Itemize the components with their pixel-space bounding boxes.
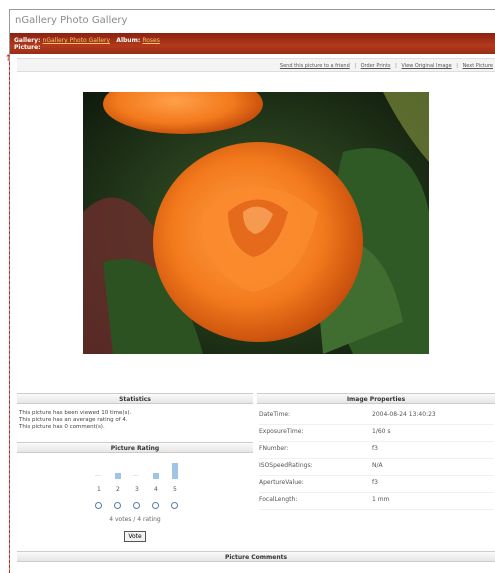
rating-label: 2	[116, 486, 120, 493]
property-key: FNumber:	[259, 445, 289, 452]
rating-label: 1	[97, 486, 101, 493]
rating-radio-1[interactable]	[95, 502, 102, 509]
statistics-text: This picture has been viewed 10 time(s).…	[19, 410, 131, 431]
rating-bar	[172, 463, 178, 479]
breadcrumb-album-label: Album:	[116, 37, 141, 44]
breadcrumb: Gallery: nGallery Photo Gallery Album: R…	[10, 33, 495, 54]
rating-empty-mark: ...	[133, 471, 139, 478]
property-value: 1/60 s	[372, 428, 391, 435]
stat-line-comments: This picture has 0 comment(s).	[19, 424, 105, 430]
property-key: ISOSpeedRatings:	[259, 462, 313, 469]
breadcrumb-gallery-label: Gallery:	[14, 37, 41, 44]
rating-label: 4	[154, 486, 158, 493]
property-key: FocalLength:	[259, 496, 298, 503]
rose-photo[interactable]	[83, 92, 429, 354]
rating-radio-4[interactable]	[152, 502, 159, 509]
toolbar-separator: |	[354, 63, 357, 69]
breadcrumb-picture-label: Picture:	[14, 44, 41, 51]
toolbar-separator: |	[395, 63, 397, 69]
property-row: FNumber: f3	[259, 442, 494, 459]
stat-line-rating: This picture has an average rating of 4.	[19, 417, 128, 423]
toolbar-separator: |	[456, 63, 458, 69]
image-properties-table: DateTime: 2004-08-24 13:40:23 ExposureTim…	[259, 408, 494, 510]
property-key: ExposureTime:	[259, 428, 304, 435]
image-properties-heading: Image Properties	[257, 393, 495, 404]
picture-comments-heading: Picture Comments	[17, 551, 495, 562]
property-row: DateTime: 2004-08-24 13:40:23	[259, 408, 494, 425]
property-value: f3	[372, 479, 378, 486]
page-title: nGallery Photo Gallery	[15, 15, 128, 26]
property-key: ApertureValue:	[259, 479, 304, 486]
stat-line-views: This picture has been viewed 10 time(s).	[19, 410, 132, 416]
picture-toolbar: Send this picture to a friend | Order Pr…	[17, 58, 495, 72]
property-row: ApertureValue: f3	[259, 476, 494, 493]
vote-button[interactable]: Vote	[124, 531, 146, 542]
rating-radio-5[interactable]	[171, 502, 178, 509]
rating-radio-2[interactable]	[114, 502, 121, 509]
order-prints-link[interactable]: Order Prints	[361, 63, 391, 69]
rating-empty-mark: ...	[95, 471, 101, 478]
property-row: ISOSpeedRatings: N/A	[259, 459, 494, 476]
rose-photo-graphic	[83, 92, 429, 354]
property-value: f3	[372, 445, 378, 452]
breadcrumb-album-link[interactable]: Roses	[142, 37, 160, 44]
property-value: 1 mm	[372, 496, 390, 503]
rating-label: 3	[135, 486, 139, 493]
breadcrumb-gallery-link[interactable]: nGallery Photo Gallery	[43, 37, 110, 44]
annotation-dashed-line	[9, 62, 10, 573]
rating-radio-3[interactable]	[133, 502, 140, 509]
rating-summary: 4 votes / 4 rating	[109, 516, 161, 523]
property-row: FocalLength: 1 mm	[259, 493, 494, 510]
rating-bar	[115, 472, 121, 479]
rating-bar	[153, 472, 159, 479]
statistics-heading: Statistics	[17, 393, 253, 404]
property-row: ExposureTime: 1/60 s	[259, 425, 494, 442]
next-picture-link[interactable]: Next Picture	[463, 63, 493, 69]
picture-rating-heading: Picture Rating	[17, 442, 253, 453]
property-value: 2004-08-24 13:40:23	[372, 411, 436, 418]
view-original-link[interactable]: View Original Image	[401, 63, 451, 69]
rating-label: 5	[173, 486, 177, 493]
property-key: DateTime:	[259, 411, 291, 418]
property-value: N/A	[372, 462, 383, 469]
send-to-friend-link[interactable]: Send this picture to a friend	[280, 63, 350, 69]
